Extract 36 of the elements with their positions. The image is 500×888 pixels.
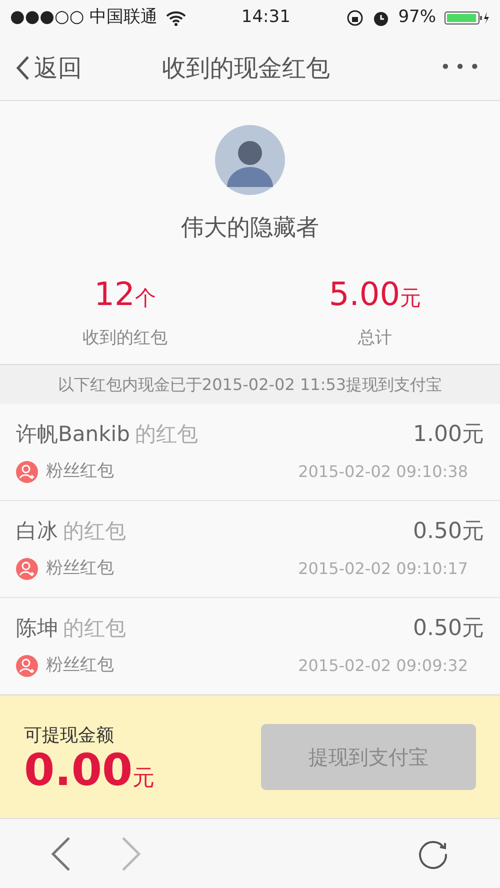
withdraw-amount: 0.00元 [24, 748, 155, 792]
user-icon [16, 558, 38, 580]
withdraw-label: 可提现金额 [24, 724, 115, 748]
stat-label: 总计 [357, 326, 393, 350]
wifi-icon [166, 10, 186, 26]
tag-text: 粉丝红包 [46, 654, 114, 678]
tag-text: 粉丝红包 [46, 460, 114, 484]
back-link[interactable]: 返回 [16, 50, 82, 86]
clock-text: 14:31 [241, 6, 292, 29]
forward-icon [120, 836, 142, 872]
user-icon [16, 460, 38, 483]
sender-text: 白冰 的红包 [16, 518, 126, 545]
notice-text: 以下红包内现金已于2015-02-02 11:53提现到支付宝 [0, 365, 500, 404]
amount-text: 1.00元 [413, 421, 484, 450]
page-title: 收到的现金红包 [161, 52, 332, 84]
time-text: 2015-02-02 09:10:17 [298, 558, 469, 580]
sender-text: 许帆Bankib 的红包 [16, 420, 198, 448]
battery-icon [444, 10, 490, 26]
back-icon [50, 836, 72, 872]
sender-text: 陈坤 的红包 [16, 614, 126, 642]
more-button[interactable]: ••• [440, 54, 484, 81]
stat-value: 12个 [93, 274, 157, 314]
user-name: 伟大的隐藏者 [181, 214, 319, 243]
back-button[interactable] [50, 836, 72, 872]
carrier-text: ●●●○○ 中国联通 [10, 6, 158, 29]
time-text: 2015-02-02 09:10:38 [298, 460, 469, 483]
battery-text: 97% [398, 6, 436, 29]
stat-value: 5.00元 [328, 274, 422, 314]
amount-text: 0.50元 [413, 518, 484, 546]
amount-text: 0.50元 [413, 615, 484, 644]
user-icon [16, 654, 38, 677]
back-icon [16, 54, 30, 80]
avatar-icon [215, 125, 285, 195]
stat-label: 收到的红包 [82, 326, 168, 350]
time-text: 2015-02-02 09:09:32 [298, 654, 469, 677]
tag-text: 粉丝红包 [46, 557, 114, 580]
